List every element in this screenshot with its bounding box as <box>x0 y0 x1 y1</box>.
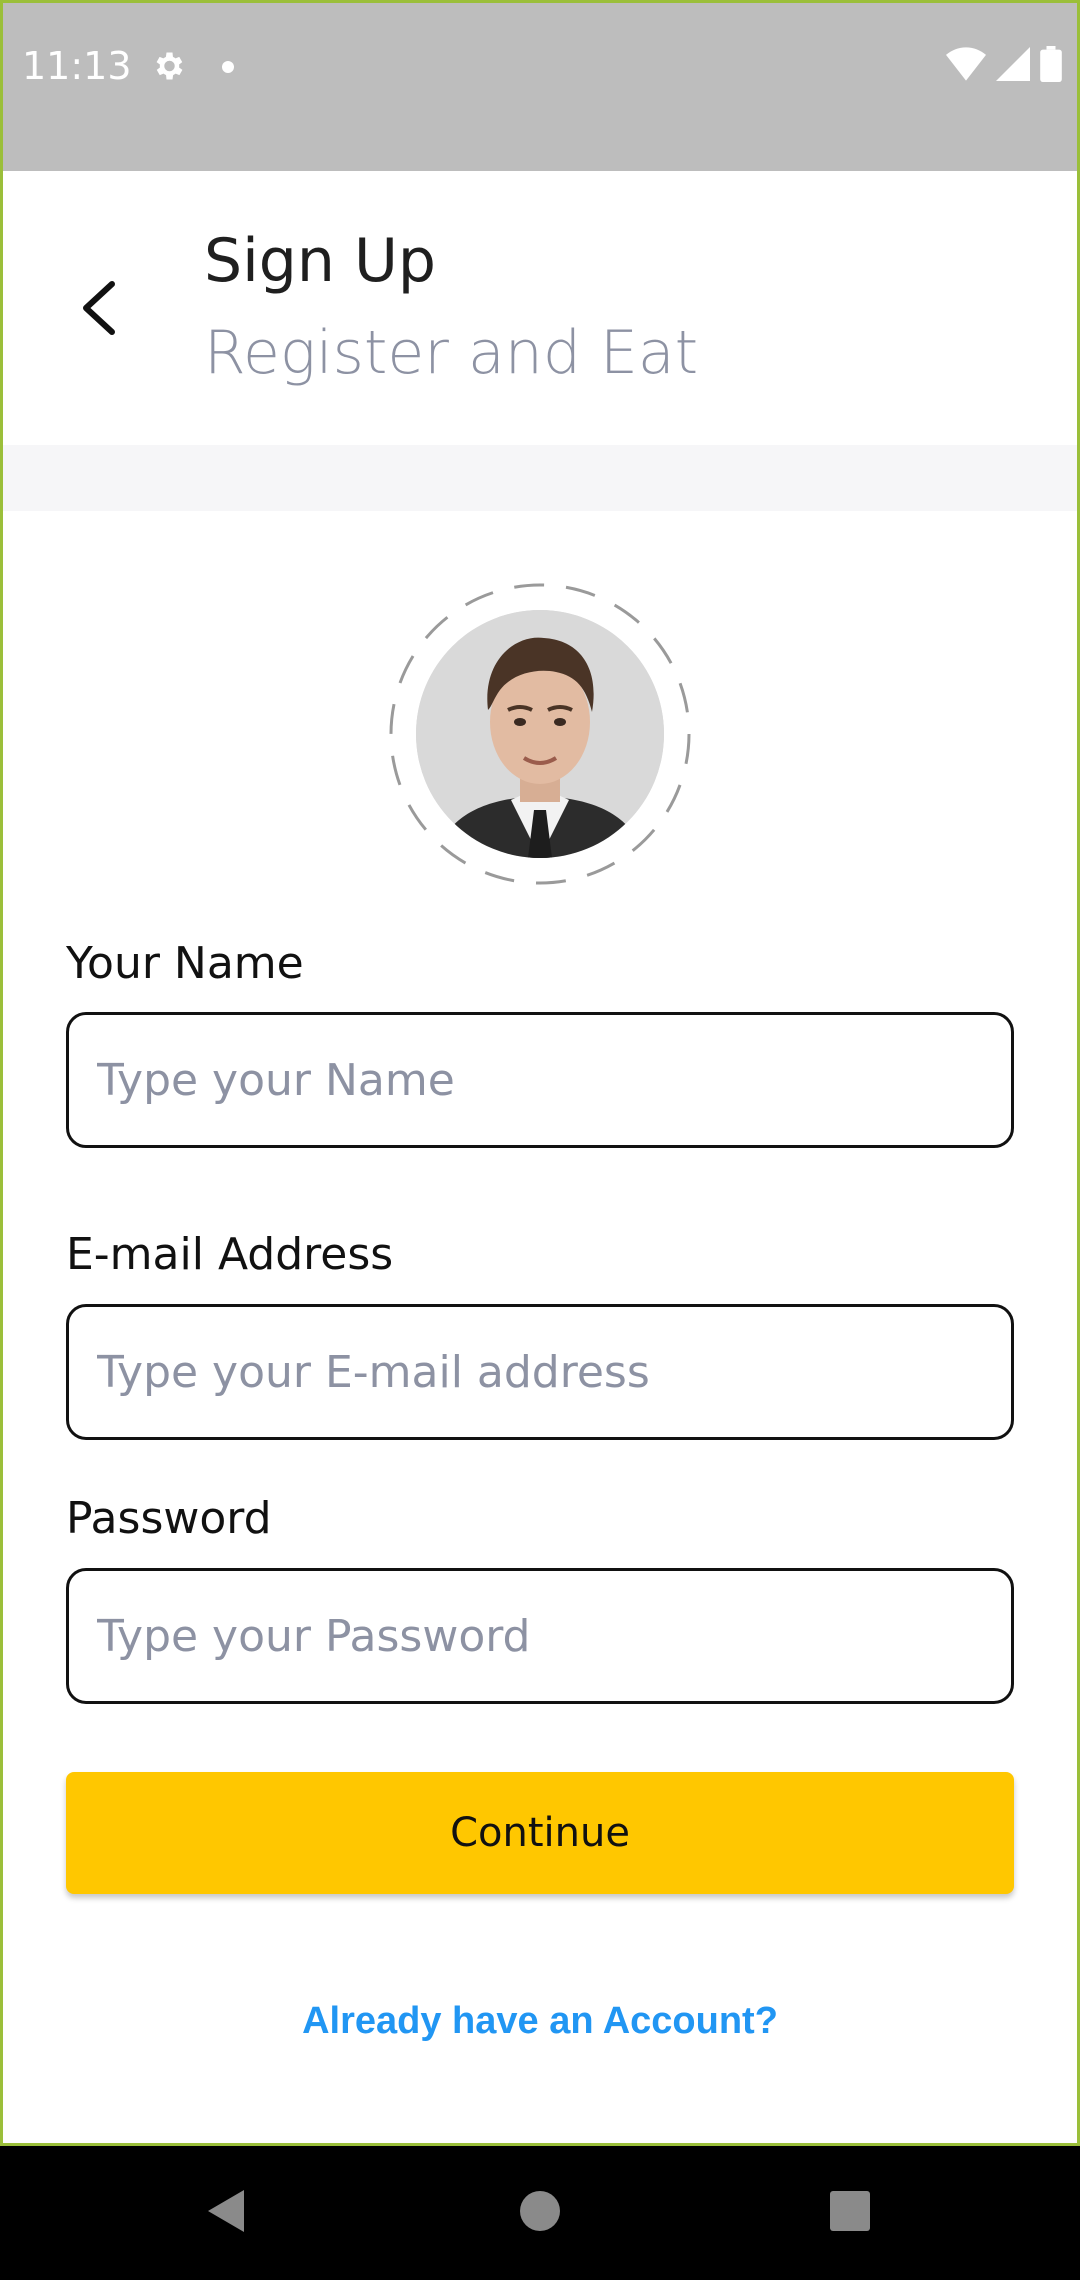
status-icons <box>946 46 1062 87</box>
cellular-signal-icon <box>996 47 1030 86</box>
system-nav-bar <box>0 2146 1080 2280</box>
name-label: Your Name <box>66 938 304 989</box>
status-bar: 11:13 <box>0 0 1080 171</box>
status-time: 11:13 <box>22 44 132 88</box>
notification-dot-icon <box>222 61 234 73</box>
avatar <box>416 610 664 858</box>
header-divider <box>0 445 1080 511</box>
nav-recents-button[interactable] <box>790 2146 910 2280</box>
gear-icon <box>150 48 186 84</box>
password-input[interactable] <box>66 1568 1014 1704</box>
continue-button[interactable]: Continue <box>66 1772 1014 1894</box>
email-label: E-mail Address <box>66 1229 394 1280</box>
login-link[interactable]: Already have an Account? <box>0 2000 1080 2043</box>
avatar-picker[interactable] <box>388 582 692 886</box>
app-header <box>0 171 1080 445</box>
battery-icon <box>1040 46 1062 87</box>
back-button[interactable] <box>68 270 128 350</box>
wifi-icon <box>946 47 986 86</box>
name-input[interactable] <box>66 1012 1014 1148</box>
page-title: Sign Up <box>204 226 436 296</box>
recents-square-icon <box>829 2190 871 2237</box>
nav-back-button[interactable] <box>166 2146 286 2280</box>
home-circle-icon <box>519 2190 561 2237</box>
chevron-left-icon <box>76 278 120 343</box>
page-subtitle: Register and Eat <box>204 318 699 388</box>
password-label: Password <box>66 1493 272 1544</box>
nav-home-button[interactable] <box>480 2146 600 2280</box>
email-input[interactable] <box>66 1304 1014 1440</box>
back-triangle-icon <box>206 2188 246 2239</box>
